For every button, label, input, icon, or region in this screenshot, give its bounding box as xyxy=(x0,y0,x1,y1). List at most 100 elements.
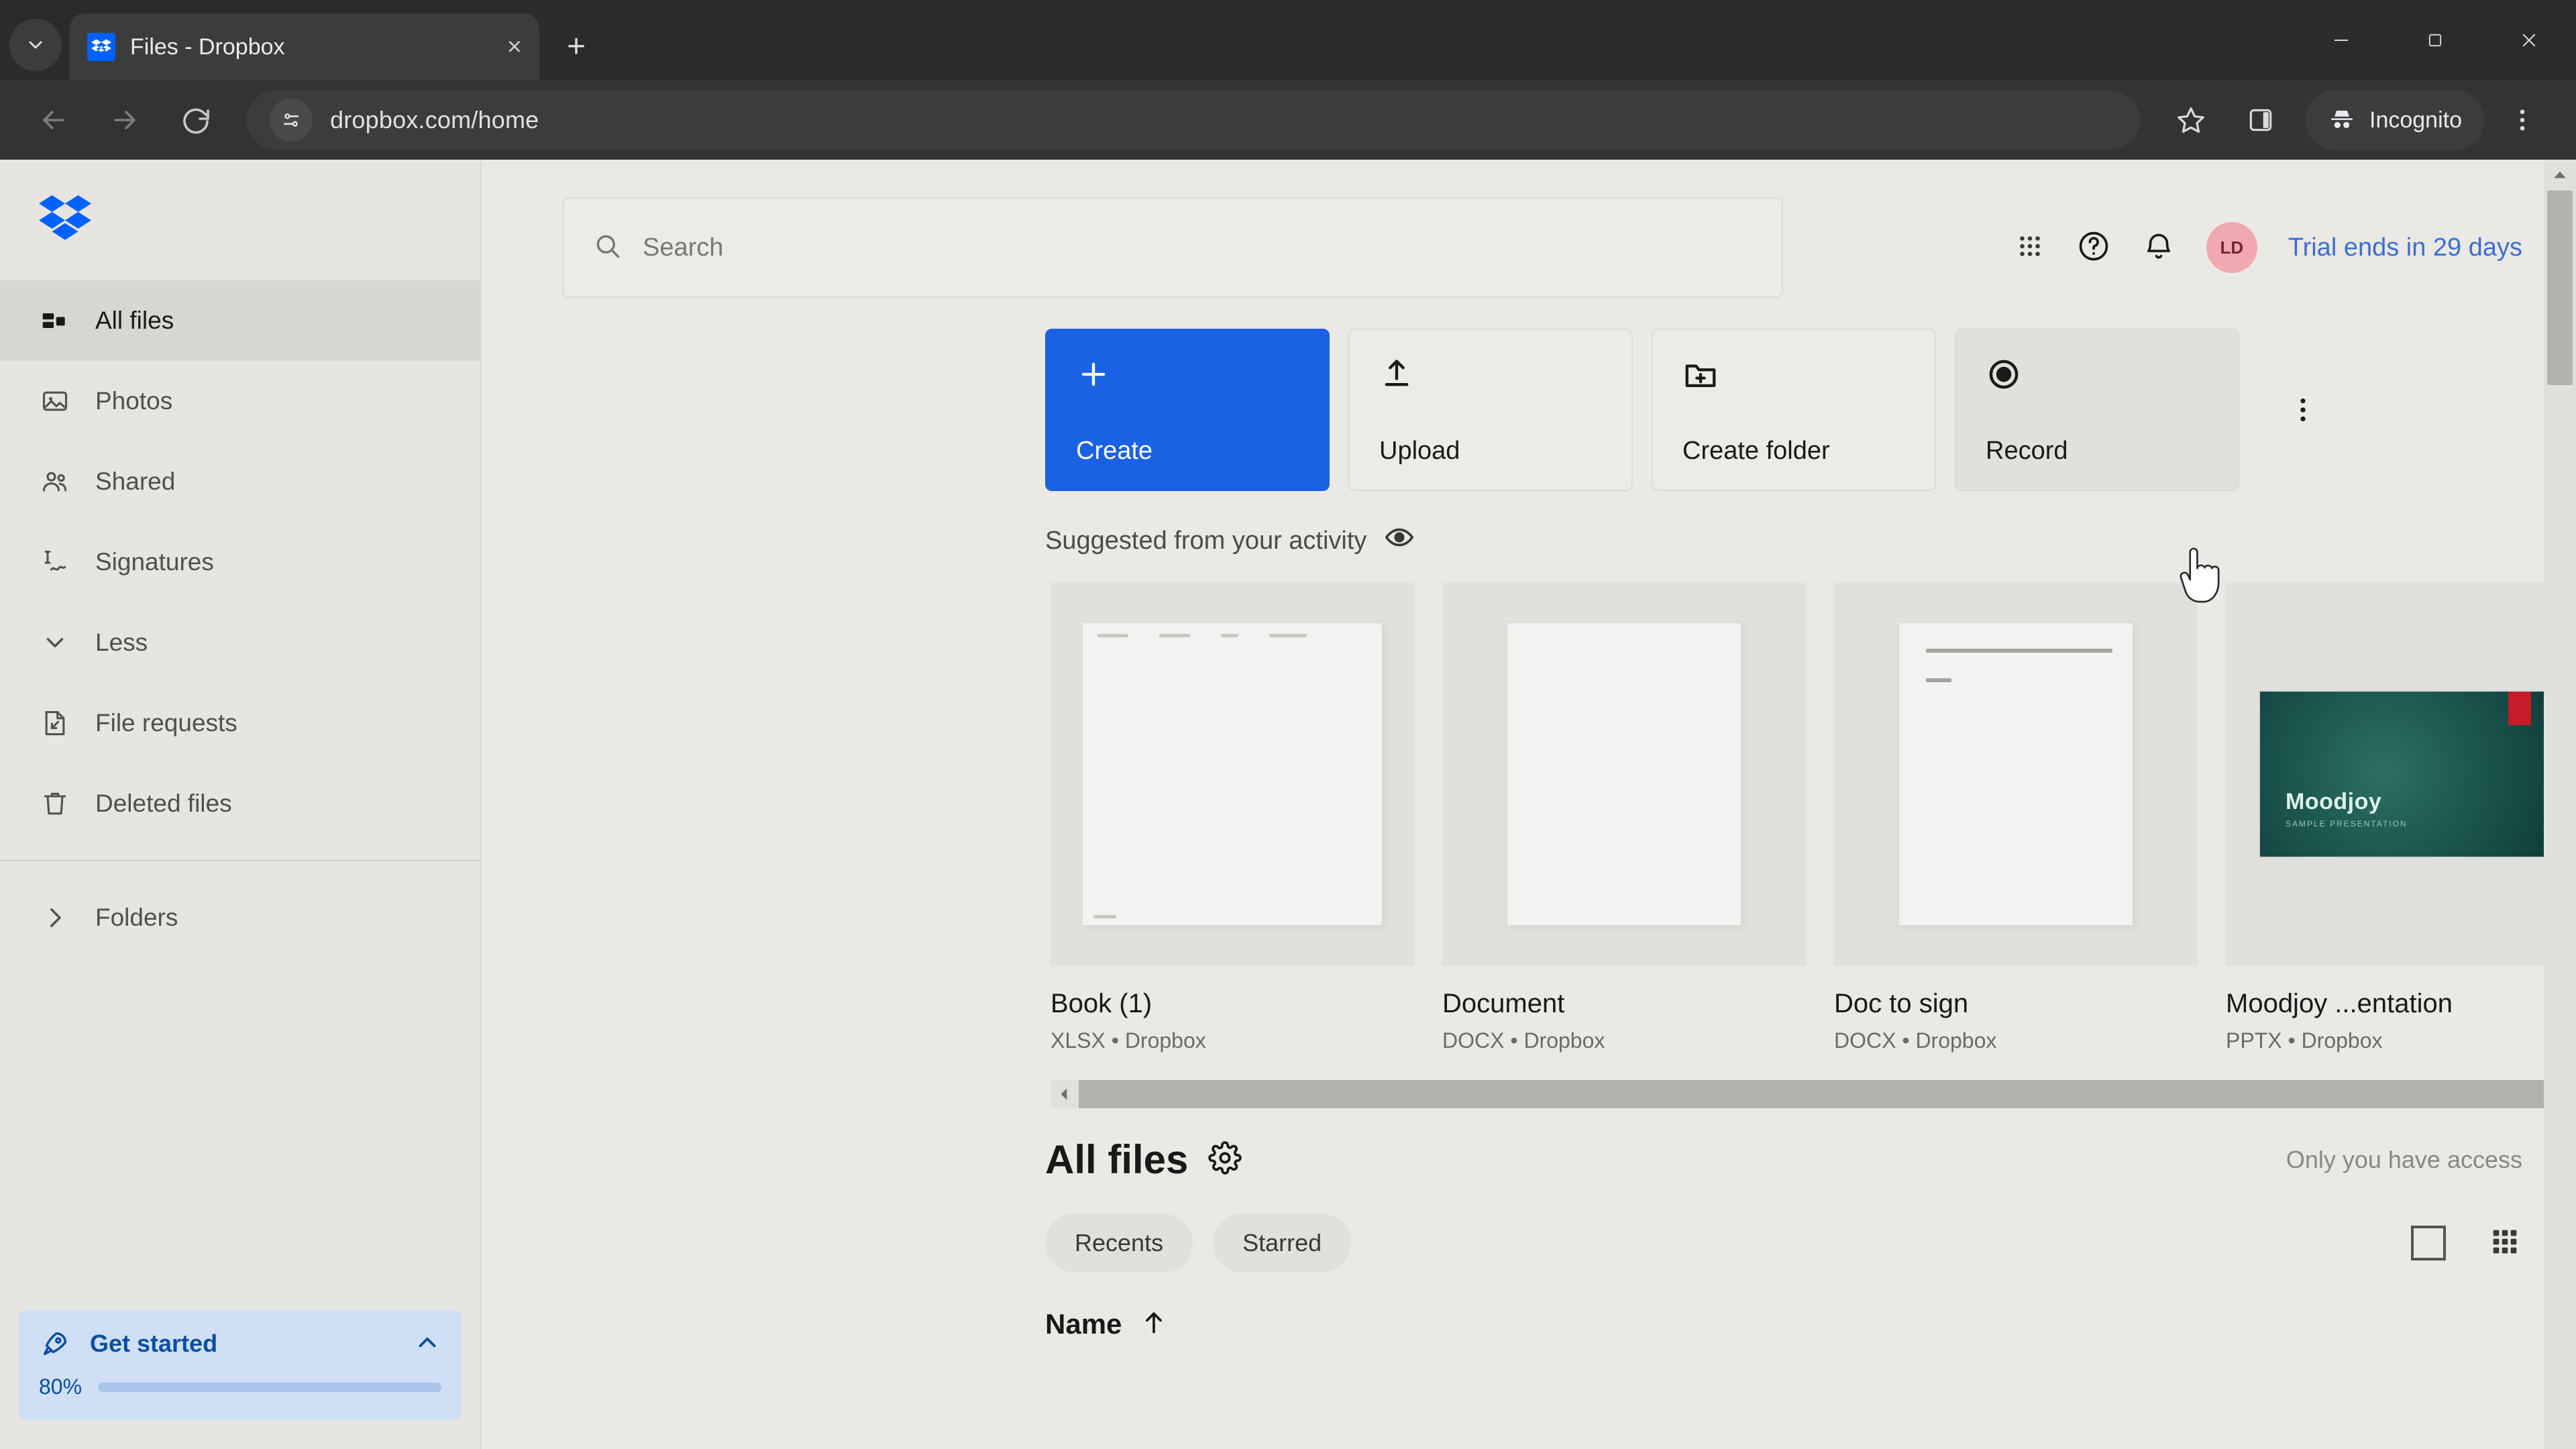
kebab-menu-icon[interactable] xyxy=(2273,380,2333,440)
maximize-button[interactable] xyxy=(2388,0,2482,80)
sidebar-item-folders[interactable]: Folders xyxy=(0,877,480,958)
rocket-icon xyxy=(39,1328,71,1360)
chevron-left-icon[interactable] xyxy=(1051,1080,1079,1108)
site-settings-icon[interactable] xyxy=(270,99,313,142)
avatar[interactable]: LD xyxy=(2206,222,2257,273)
incognito-profile-button[interactable]: Incognito xyxy=(2305,90,2485,150)
sidebar-item-less[interactable]: Less xyxy=(0,602,480,683)
chevron-up-icon[interactable] xyxy=(413,1328,441,1360)
close-button[interactable] xyxy=(2482,0,2576,80)
sidebar-item-label: All files xyxy=(95,307,174,334)
sidebar-item-label: Shared xyxy=(95,468,176,495)
tab-title: Files - Dropbox xyxy=(130,34,285,60)
dropbox-app: All files Photos Shared Signatures Less … xyxy=(0,160,2576,1449)
column-header-name[interactable]: Name xyxy=(1045,1308,1122,1340)
address-bar[interactable]: dropbox.com/home xyxy=(247,91,2140,150)
sidebar-item-label: Signatures xyxy=(95,548,214,576)
get-started-panel[interactable]: Get started 80% xyxy=(19,1310,462,1419)
sidebar-item-label: Folders xyxy=(95,904,178,931)
suggested-section-header: Suggested from your activity xyxy=(482,491,2576,559)
forward-arrow-icon[interactable] xyxy=(93,88,157,152)
upload-button[interactable]: Upload xyxy=(1348,329,1633,491)
get-started-progress: 80% xyxy=(39,1375,441,1399)
chrome-menu-icon[interactable] xyxy=(2490,88,2555,152)
header-actions: LD Trial ends in 29 days xyxy=(2015,222,2522,273)
grid-view-icon[interactable] xyxy=(2487,1224,2522,1263)
scrollbar-thumb[interactable] xyxy=(1079,1080,2576,1108)
tab-close-icon[interactable]: × xyxy=(507,34,522,60)
card-meta: DOCX • Dropbox xyxy=(1834,1028,1997,1053)
create-folder-button[interactable]: Create folder xyxy=(1652,329,1936,491)
tab-strip: Files - Dropbox × + xyxy=(0,0,2576,80)
access-note: Only you have access xyxy=(2286,1145,2522,1173)
sidebar-divider xyxy=(0,860,480,861)
side-panel-icon[interactable] xyxy=(2229,88,2293,152)
suggested-card[interactable]: Document DOCX • Dropbox xyxy=(1442,582,1806,1053)
trial-status-link[interactable]: Trial ends in 29 days xyxy=(2288,233,2522,262)
sidebar-item-file-requests[interactable]: File requests xyxy=(0,683,480,763)
suggested-card[interactable]: Book (1) XLSX • Dropbox xyxy=(1051,582,1414,1053)
file-requests-icon xyxy=(39,707,71,739)
get-started-percent: 80% xyxy=(39,1375,83,1399)
suggested-title: Suggested from your activity xyxy=(1045,526,1367,555)
tab-search-button[interactable] xyxy=(9,19,62,71)
suggested-card[interactable]: Doc to sign DOCX • Dropbox xyxy=(1834,582,2198,1053)
folder-plus-icon xyxy=(1682,354,1905,394)
bookmark-star-icon[interactable] xyxy=(2159,88,2223,152)
incognito-hat-icon xyxy=(2331,111,2353,128)
sidebar-item-label: Photos xyxy=(95,387,173,415)
list-view-icon[interactable] xyxy=(2411,1226,2446,1260)
dropbox-logo-icon[interactable] xyxy=(0,160,480,280)
card-meta: PPTX • Dropbox xyxy=(2226,1028,2383,1053)
chevron-right-icon xyxy=(39,902,71,934)
reload-icon[interactable] xyxy=(164,88,228,152)
sidebar-item-signatures[interactable]: Signatures xyxy=(0,522,480,602)
notification-bell-icon[interactable] xyxy=(2142,229,2176,266)
record-dot-icon xyxy=(1986,354,2208,394)
card-thumbnail xyxy=(1051,582,1414,966)
apps-grid-icon[interactable] xyxy=(2015,231,2045,265)
trash-icon xyxy=(39,788,71,820)
main-vertical-scrollbar[interactable] xyxy=(2544,160,2576,1449)
slide-title: Moodjoy xyxy=(2286,789,2382,814)
sidebar-item-all-files[interactable]: All files xyxy=(0,280,480,361)
sidebar-item-photos[interactable]: Photos xyxy=(0,361,480,441)
sidebar-item-deleted-files[interactable]: Deleted files xyxy=(0,763,480,844)
card-title: Book (1) xyxy=(1051,989,1152,1018)
sidebar: All files Photos Shared Signatures Less … xyxy=(0,160,482,1449)
card-thumbnail: Moodjoy SAMPLE PRESENTATION xyxy=(2226,582,2576,966)
sidebar-item-shared[interactable]: Shared xyxy=(0,441,480,522)
scroll-up-arrow-icon[interactable] xyxy=(2544,160,2576,191)
main-content: Search LD Trial ends in 29 days Create U… xyxy=(482,160,2576,1449)
plus-icon xyxy=(1076,354,1299,394)
scrollbar-thumb[interactable] xyxy=(2547,191,2573,385)
card-title: Moodjoy ...entation xyxy=(2226,989,2453,1018)
suggested-card[interactable]: Moodjoy SAMPLE PRESENTATION Moodjoy ...e… xyxy=(2226,582,2576,1053)
chip-label: Recents xyxy=(1075,1229,1164,1256)
card-title: Document xyxy=(1442,989,1565,1018)
back-arrow-icon[interactable] xyxy=(21,88,86,152)
help-circle-icon[interactable] xyxy=(2076,229,2111,267)
search-input[interactable]: Search xyxy=(562,197,1783,298)
chip-recents[interactable]: Recents xyxy=(1045,1214,1193,1273)
gear-icon[interactable] xyxy=(1208,1141,1242,1178)
create-folder-button-label: Create folder xyxy=(1682,437,1830,465)
browser-toolbar: dropbox.com/home Incognito xyxy=(0,80,2576,160)
card-meta: DOCX • Dropbox xyxy=(1442,1028,1605,1053)
all-files-icon xyxy=(39,305,71,337)
new-tab-button[interactable]: + xyxy=(550,20,602,72)
sort-asc-arrow-icon[interactable] xyxy=(1139,1307,1169,1340)
card-thumbnail xyxy=(1834,582,2198,966)
browser-tab[interactable]: Files - Dropbox × xyxy=(70,13,539,80)
suggested-horizontal-scrollbar[interactable] xyxy=(1051,1080,2576,1108)
create-button[interactable]: Create xyxy=(1045,329,1330,491)
chip-starred[interactable]: Starred xyxy=(1213,1214,1352,1273)
minimize-button[interactable] xyxy=(2294,0,2388,80)
upload-arrow-icon xyxy=(1379,354,1602,394)
page-title: All files xyxy=(1045,1137,1189,1182)
record-button-label: Record xyxy=(1986,437,2068,465)
eye-icon[interactable] xyxy=(1384,522,1415,559)
shared-icon xyxy=(39,466,71,498)
search-placeholder: Search xyxy=(643,233,724,262)
record-button[interactable]: Record xyxy=(1955,329,2239,491)
